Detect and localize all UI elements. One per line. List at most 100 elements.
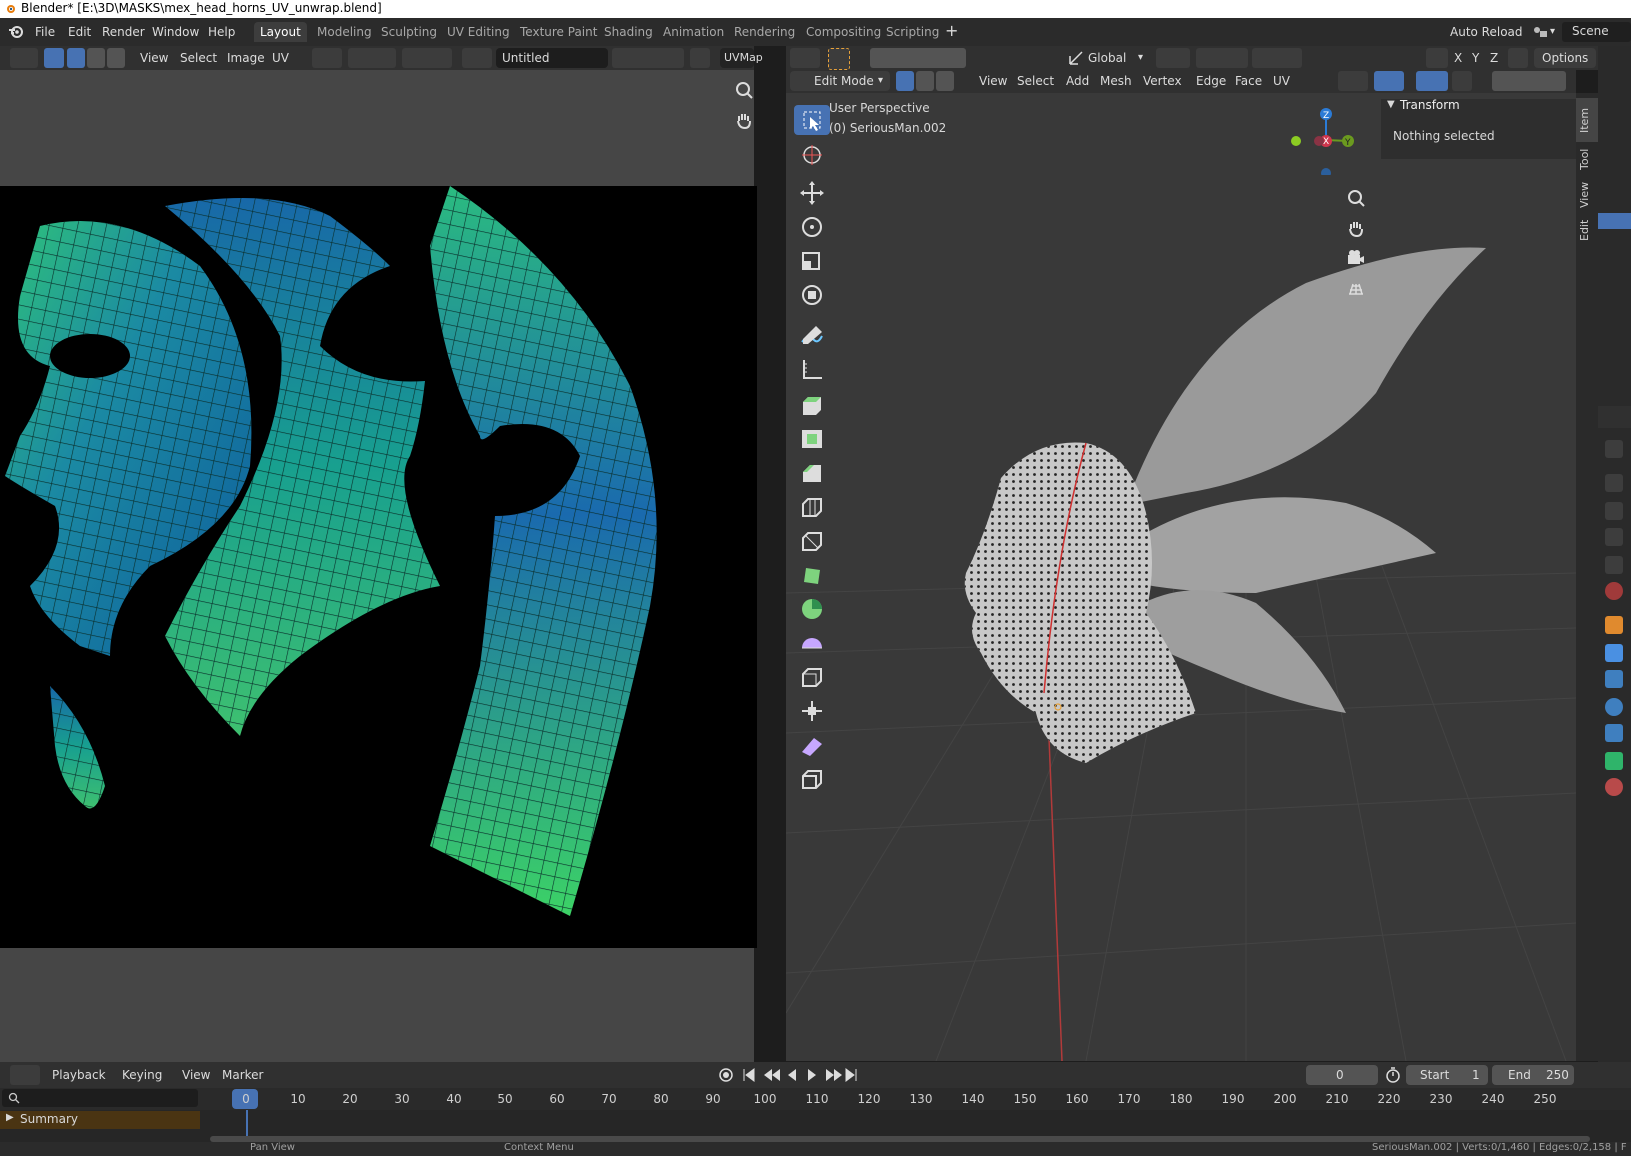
auto-reload-label[interactable]: Auto Reload	[1450, 23, 1523, 41]
spin-tool-icon[interactable]	[794, 594, 830, 624]
collapse-chevron-icon[interactable]: ▼	[1387, 99, 1395, 110]
menu-help[interactable]: Help	[208, 23, 235, 41]
timeline-menu-marker[interactable]: Marker	[222, 1065, 263, 1085]
vp-menu-mesh[interactable]: Mesh	[1100, 71, 1132, 91]
particles-properties-icon[interactable]	[1605, 670, 1623, 688]
visibility-icon[interactable]	[1338, 71, 1368, 91]
hand-pan-icon[interactable]	[734, 110, 754, 130]
timeline-editor-type-icon[interactable]	[10, 1065, 40, 1085]
pivot-3d-icon[interactable]	[1156, 48, 1190, 68]
menu-edit[interactable]: Edit	[68, 23, 91, 41]
mode-dropdown[interactable]: Edit Mode ▾	[790, 71, 890, 91]
poly-build-tool-icon[interactable]	[794, 560, 830, 590]
face-mode-icon[interactable]	[936, 71, 954, 91]
edge-select-mode-icon[interactable]	[87, 48, 105, 68]
vp-menu-add[interactable]: Add	[1066, 71, 1089, 91]
tab-compositing[interactable]: Compositing	[800, 22, 887, 42]
face-select-mode-icon[interactable]	[107, 48, 125, 68]
bevel-tool-icon[interactable]	[794, 458, 830, 488]
vertex-select-mode-icon[interactable]	[67, 48, 85, 68]
transform-header[interactable]: Transform	[1400, 98, 1460, 112]
pivot-point-icon[interactable]	[312, 48, 342, 68]
extrude-tool-icon[interactable]	[794, 390, 830, 420]
output-properties-icon[interactable]	[1605, 502, 1623, 520]
tab-layout[interactable]: Layout	[254, 22, 307, 42]
start-frame-field[interactable]: Start 1	[1406, 1065, 1488, 1085]
shading-mode-icons[interactable]	[1492, 71, 1566, 91]
timeline-ruler[interactable]: 0 10 20 30 40 50 60 70 80 90 100 110 120…	[0, 1088, 1631, 1110]
gizmo-toggle-icon[interactable]	[1374, 71, 1404, 91]
smooth-tool-icon[interactable]	[794, 628, 830, 658]
zoom-view-icon[interactable]	[1346, 188, 1366, 208]
vp-menu-uv[interactable]: UV	[1273, 71, 1290, 91]
sidebar-tab-item[interactable]: Item	[1578, 101, 1596, 139]
vp-menu-view[interactable]: View	[979, 71, 1007, 91]
vertex-mode-icon[interactable]	[896, 71, 914, 91]
orientation-dropdown[interactable]: Global	[1088, 48, 1126, 68]
vp-menu-vertex[interactable]: Vertex	[1143, 71, 1182, 91]
menu-window[interactable]: Window	[152, 23, 199, 41]
edge-mode-icon[interactable]	[916, 71, 934, 91]
uv-menu-image[interactable]: Image	[227, 48, 265, 68]
constraints-properties-icon[interactable]	[1605, 724, 1623, 742]
uv-menu-select[interactable]: Select	[180, 48, 217, 68]
loop-cut-tool-icon[interactable]	[794, 492, 830, 522]
summary-expand-icon[interactable]: ▶	[6, 1112, 14, 1123]
rotate-tool-icon[interactable]	[794, 212, 830, 242]
add-workspace-icon[interactable]: +	[945, 22, 958, 40]
auto-merge-icon[interactable]	[1508, 48, 1528, 68]
camera-view-icon[interactable]	[1346, 248, 1366, 268]
mirror-z-toggle[interactable]: Z	[1490, 48, 1498, 68]
shear-tool-icon[interactable]	[794, 730, 830, 760]
scale-tool-icon[interactable]	[794, 246, 830, 276]
navigation-gizmo[interactable]: Z X Y	[1286, 105, 1366, 175]
sidebar-tab-view[interactable]: View	[1578, 179, 1596, 211]
scene-properties-icon[interactable]	[1605, 556, 1623, 574]
tab-rendering[interactable]: Rendering	[728, 22, 801, 42]
shrink-fatten-tool-icon[interactable]	[794, 696, 830, 726]
world-properties-icon[interactable]	[1605, 582, 1623, 600]
cursor-tool-icon[interactable]	[794, 140, 830, 170]
uv-menu-uv[interactable]: UV	[272, 48, 289, 68]
timeline-menu-playback[interactable]: Playback	[52, 1065, 106, 1085]
timeline-menu-keying[interactable]: Keying	[122, 1065, 162, 1085]
tab-texture-paint[interactable]: Texture Paint	[514, 22, 603, 42]
viewport-canvas[interactable]: User Perspective (0) SeriousMan.002 Z X …	[786, 93, 1576, 1061]
summary-row[interactable]: ▶ Summary	[0, 1111, 200, 1129]
proportional-3d-icon[interactable]	[1252, 48, 1302, 68]
vp-menu-face[interactable]: Face	[1235, 71, 1262, 91]
sync-selection-icon[interactable]	[44, 48, 64, 68]
scene-dropdown-icon[interactable]: ▾	[1550, 23, 1555, 41]
modifier-properties-icon[interactable]	[1605, 644, 1623, 662]
data-properties-icon[interactable]	[1605, 752, 1623, 770]
uv-menu-view[interactable]: View	[140, 48, 168, 68]
ortho-grid-icon[interactable]	[1346, 278, 1366, 298]
blender-menu-icon[interactable]	[8, 24, 24, 40]
uvmap-field[interactable]: UVMap	[720, 48, 763, 68]
tab-uv-editing[interactable]: UV Editing	[441, 22, 516, 42]
pan-view-icon[interactable]	[1346, 218, 1366, 238]
tab-animation[interactable]: Animation	[657, 22, 730, 42]
tab-sculpting[interactable]: Sculpting	[375, 22, 443, 42]
editor-type-3d-icon[interactable]	[790, 48, 820, 68]
zoom-icon[interactable]	[734, 80, 754, 100]
timeline-search-input[interactable]	[2, 1089, 198, 1107]
rip-region-tool-icon[interactable]	[794, 764, 830, 794]
view-layer-properties-icon[interactable]	[1605, 528, 1623, 546]
transform-tool-icon[interactable]	[794, 280, 830, 310]
end-frame-field[interactable]: End 250	[1492, 1065, 1574, 1085]
physics-properties-icon[interactable]	[1605, 698, 1623, 716]
overlay-toggle-icon[interactable]	[1416, 71, 1448, 91]
image-name-field[interactable]: Untitled	[496, 48, 608, 68]
options-dropdown[interactable]: Options	[1534, 48, 1596, 68]
measure-tool-icon[interactable]	[794, 354, 830, 384]
mirror-icon[interactable]	[1426, 48, 1448, 68]
menu-render[interactable]: Render	[102, 23, 145, 41]
vp-menu-edge[interactable]: Edge	[1196, 71, 1226, 91]
timeline-menu-view[interactable]: View	[182, 1065, 210, 1085]
current-frame-field[interactable]: 0	[1306, 1065, 1378, 1085]
image-browse-icon[interactable]	[462, 48, 492, 68]
tab-modeling[interactable]: Modeling	[311, 22, 378, 42]
tab-scripting[interactable]: Scripting	[880, 22, 945, 42]
snap-3d-icon[interactable]	[1196, 48, 1248, 68]
